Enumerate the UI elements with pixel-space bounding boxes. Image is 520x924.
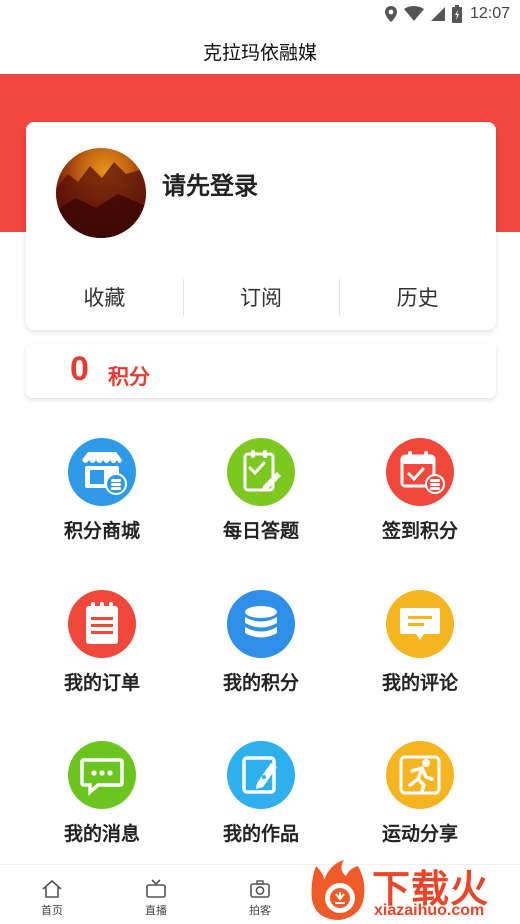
battery-icon — [451, 5, 462, 23]
my-works-icon — [227, 741, 295, 809]
my-points-icon — [227, 590, 295, 658]
menu-item-sports-share[interactable]: 运动分享 — [340, 741, 500, 861]
tab-live[interactable]: 直播 — [126, 879, 186, 919]
status-bar: 12:07 — [0, 0, 520, 28]
menu-item-label: 每日答题 — [222, 520, 299, 542]
menu-item-label: 签到积分 — [381, 520, 458, 542]
home-icon — [42, 879, 62, 898]
menu-item-daily-quiz[interactable]: 每日答题 — [181, 438, 341, 558]
avatar[interactable] — [56, 148, 146, 238]
wifi-icon — [403, 6, 424, 21]
menu-item-label: 我的消息 — [63, 823, 140, 845]
user-profile-card: 请先登录 收藏 订阅 历史 — [26, 122, 496, 330]
tab-home[interactable]: 首页 — [22, 879, 82, 919]
status-icons: 12:07 — [384, 4, 510, 24]
points-unit: 积分 — [108, 365, 150, 389]
history-link[interactable]: 历史 — [339, 272, 496, 322]
my-messages-icon — [68, 741, 136, 809]
menu-item-label: 积分商城 — [63, 520, 140, 542]
menu-item-label: 我的作品 — [222, 823, 299, 845]
menu-item-checkin-points[interactable]: 签到积分 — [340, 438, 500, 558]
login-prompt[interactable]: 请先登录 — [162, 166, 258, 201]
avatar-landscape-image — [56, 162, 146, 238]
menu-item-label: 我的评论 — [381, 672, 458, 694]
my-orders-icon — [68, 590, 136, 658]
points-value: 0 — [70, 350, 89, 388]
favorites-link[interactable]: 收藏 — [26, 272, 183, 322]
menu-item-my-orders[interactable]: 我的订单 — [22, 590, 182, 710]
points-mall-icon — [68, 438, 136, 506]
daily-quiz-icon — [227, 438, 295, 506]
my-comments-icon — [386, 590, 454, 658]
menu-item-my-points[interactable]: 我的积分 — [181, 590, 341, 710]
menu-item-label: 运动分享 — [381, 823, 458, 845]
location-icon — [384, 6, 397, 22]
points-bar[interactable]: 0 积分 — [26, 344, 496, 398]
tab-label: 拍客 — [249, 904, 271, 917]
subscriptions-link[interactable]: 订阅 — [182, 272, 340, 322]
menu-item-label: 我的订单 — [63, 672, 140, 694]
menu-item-label: 我的积分 — [222, 672, 299, 694]
tab-paike[interactable]: 拍客 — [230, 879, 290, 919]
sports-share-icon — [386, 741, 454, 809]
status-time: 12:07 — [469, 5, 510, 22]
menu-item-my-comments[interactable]: 我的评论 — [340, 590, 500, 710]
menu-item-my-works[interactable]: 我的作品 — [181, 741, 341, 861]
profile-links: 收藏 订阅 历史 — [26, 272, 496, 322]
tab-label: 首页 — [41, 904, 63, 917]
tab-label: 直播 — [145, 904, 167, 917]
watermark: 下载火 xiazaihuo.com — [306, 856, 520, 924]
watermark-url: xiazaihuo.com — [374, 902, 485, 919]
menu-item-my-messages[interactable]: 我的消息 — [22, 741, 182, 861]
tv-icon — [146, 879, 166, 898]
signal-icon — [430, 7, 445, 21]
flame-logo-icon — [311, 860, 365, 920]
checkin-points-icon — [386, 438, 454, 506]
menu-item-points-mall[interactable]: 积分商城 — [22, 438, 182, 558]
camera-icon — [250, 880, 270, 898]
app-title: 克拉玛依融媒 — [202, 41, 317, 64]
app-title-bar: 克拉玛依融媒 — [0, 28, 520, 74]
